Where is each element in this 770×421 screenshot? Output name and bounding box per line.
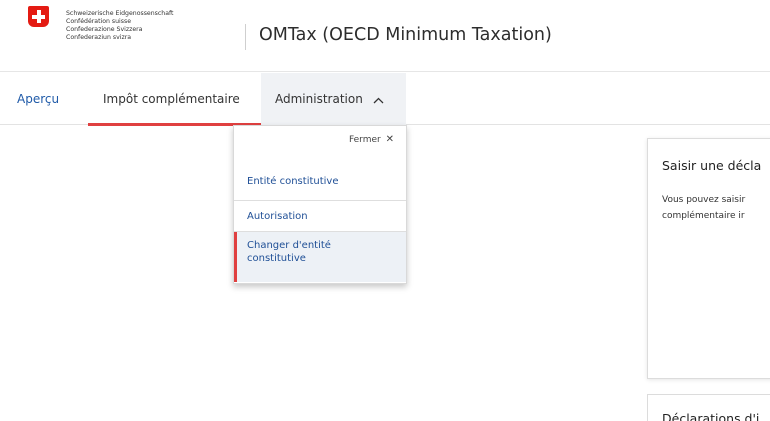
federation-line-it: Confederazione Svizzera — [66, 26, 143, 33]
nav-item-label: Impôt complémentaire — [103, 92, 240, 106]
page: Schweizerische Eidgenossenschaft Confédé… — [0, 0, 770, 421]
main-navigation: Aperçu Impôt complémentaire Administrati… — [0, 73, 770, 126]
nav-item-label: Administration — [275, 92, 363, 106]
card-description: Vous pouvez saisir complémentaire ir — [662, 192, 745, 224]
nav-item-label: Aperçu — [17, 92, 60, 106]
declaration-card: Saisir une décla Vous pouvez saisir comp… — [647, 138, 770, 379]
app-title: OMTax (OECD Minimum Taxation) — [259, 25, 552, 45]
nav-item-apercu[interactable]: Aperçu — [17, 73, 59, 125]
menu-item-changer-entite-constitutive[interactable]: Changer d'entité constitutive — [234, 232, 406, 282]
card-text-line: Vous pouvez saisir — [662, 195, 746, 205]
nav-item-impot-complementaire[interactable]: Impôt complémentaire — [88, 73, 261, 126]
menu-item-label: Autorisation — [247, 211, 308, 222]
card-title: Saisir une décla — [662, 158, 762, 173]
menu-item-autorisation[interactable]: Autorisation — [234, 201, 406, 232]
menu-item-entite-constitutive[interactable]: Entité constitutive — [234, 171, 406, 201]
nav-item-administration[interactable]: Administration — [261, 73, 406, 125]
chevron-up-icon — [373, 74, 384, 126]
federation-line-rm: Confederaziun svizra — [66, 34, 132, 41]
close-icon: ✕ — [385, 134, 394, 145]
federation-line-de: Schweizerische Eidgenossenschaft — [66, 10, 174, 17]
card-title: Déclarations d'i — [662, 411, 760, 421]
header: Schweizerische Eidgenossenschaft Confédé… — [0, 0, 770, 72]
card-text-line: complémentaire ir — [662, 211, 745, 221]
declarations-card: Déclarations d'i — [647, 394, 770, 421]
close-menu-button[interactable]: Fermer ✕ — [349, 134, 394, 145]
swiss-flag-logo — [28, 6, 49, 27]
close-label: Fermer — [348, 135, 381, 145]
administration-dropdown-menu: Fermer ✕ Entité constitutive Autorisatio… — [233, 125, 407, 284]
federation-line-fr: Confédération suisse — [66, 18, 132, 25]
header-divider — [245, 24, 246, 50]
menu-item-label: Entité constitutive — [247, 176, 339, 187]
menu-item-label: Changer d'entité constitutive — [247, 240, 331, 264]
federation-name: Schweizerische Eidgenossenschaft Confédé… — [66, 10, 236, 42]
active-item-indicator — [234, 232, 237, 282]
